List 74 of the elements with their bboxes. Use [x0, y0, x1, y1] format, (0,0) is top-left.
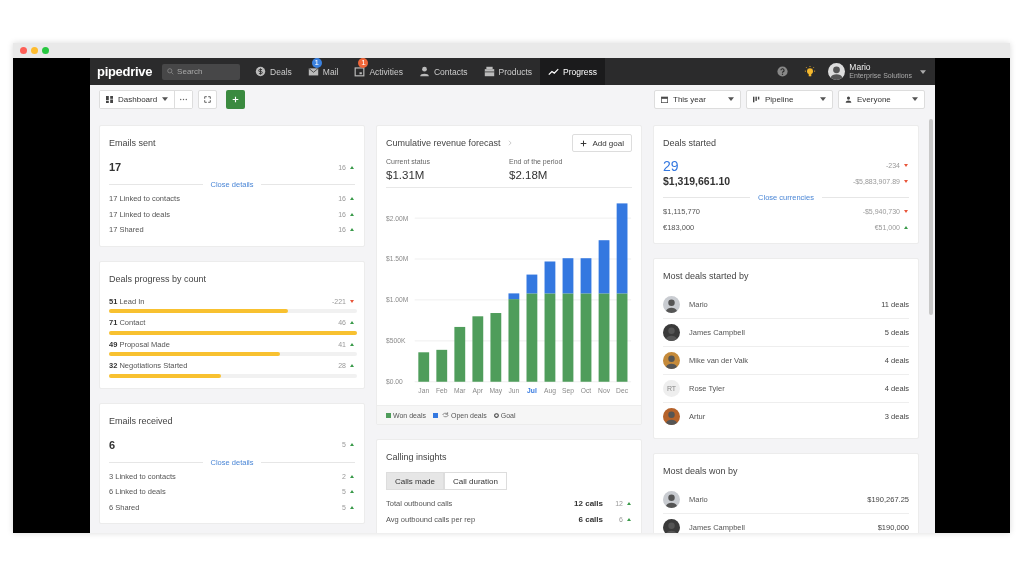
card-title: Deals started	[663, 138, 717, 148]
fullscreen-icon	[204, 95, 212, 103]
avatar	[663, 352, 680, 369]
box-icon	[483, 66, 495, 77]
zoom-button[interactable]	[42, 47, 49, 54]
dollar-icon	[255, 66, 267, 77]
notification-badge: 1	[358, 58, 369, 68]
calendar-icon	[661, 95, 668, 103]
card-title: Most deals started by	[663, 271, 749, 281]
avatar	[663, 408, 680, 425]
call-count: 12 calls	[574, 499, 603, 509]
chart-bar	[436, 349, 448, 382]
avatar	[663, 519, 680, 533]
stat-value: 17	[109, 161, 123, 173]
caret-icon	[162, 97, 169, 101]
user-name[interactable]: Mario	[849, 63, 912, 73]
filter-dropdown[interactable]: Everyone	[838, 89, 925, 109]
chart-bar	[490, 313, 502, 382]
caret-icon[interactable]	[920, 69, 926, 74]
card-title: Cumulative revenue forecast	[386, 138, 501, 148]
caret-icon	[728, 97, 734, 101]
chart-bar	[418, 352, 430, 382]
notification-badge: 1	[311, 58, 322, 68]
close-button[interactable]	[20, 47, 27, 54]
chart-bar	[454, 326, 466, 382]
chevron-icon[interactable]	[507, 140, 512, 146]
stat-value: 6	[109, 438, 117, 451]
lightbulb-icon[interactable]	[804, 65, 817, 78]
filter-dropdown[interactable]: Pipeline	[746, 89, 833, 109]
filter-dropdown[interactable]: This year	[654, 89, 741, 109]
scrollbar[interactable]	[929, 119, 933, 315]
dashboard-icon	[106, 95, 113, 103]
caret-icon	[912, 97, 918, 101]
nav-tab[interactable]: Activities 1	[346, 58, 411, 85]
person-icon	[845, 95, 852, 103]
avatar	[663, 324, 680, 341]
search-field[interactable]: Search	[162, 63, 241, 80]
call-count: 6 calls	[578, 514, 603, 524]
avatar	[663, 491, 680, 508]
card-title: Emails sent	[109, 138, 156, 148]
stat-value: $2.18M	[509, 169, 549, 181]
card-title: Deals progress by count	[109, 273, 207, 284]
card-title: Most deals won by	[663, 466, 738, 476]
chart-bar	[472, 316, 484, 382]
segment-tab[interactable]: Call duration	[444, 472, 507, 490]
refresh-icon	[441, 412, 449, 418]
avatar	[663, 296, 680, 313]
logo[interactable]: pipedrive	[90, 64, 163, 79]
deal-amount: $1,319,661.10	[663, 175, 732, 188]
envelope-icon	[307, 66, 319, 77]
person-icon	[419, 66, 430, 77]
nav-tab[interactable]: Mail 1	[299, 58, 347, 85]
nav-tab[interactable]: Deals	[247, 58, 300, 85]
help-icon[interactable]	[777, 66, 789, 77]
card-title: Emails received	[109, 415, 173, 426]
trend-icon	[548, 66, 560, 77]
segment-tab[interactable]: Calls made	[386, 472, 444, 490]
plus-icon	[580, 139, 588, 147]
pipeline-icon	[753, 95, 760, 103]
caret-icon	[820, 97, 826, 101]
add-goal-button[interactable]: Add goal	[572, 134, 632, 152]
nav-tab[interactable]: Progress	[540, 58, 606, 85]
plus-icon	[232, 95, 240, 103]
calendar-icon	[354, 66, 366, 77]
card-title: Calling insights	[386, 452, 447, 462]
deal-count: 29	[663, 157, 680, 174]
goal-icon	[493, 412, 499, 418]
avatar[interactable]	[828, 63, 846, 80]
search-icon	[167, 68, 175, 75]
stat-value: $1.31M	[386, 169, 426, 181]
nav-tab[interactable]: Contacts	[411, 58, 476, 85]
fullscreen-button[interactable]	[198, 89, 218, 109]
nav-tab[interactable]: Products	[475, 58, 541, 85]
add-button[interactable]	[226, 89, 246, 109]
